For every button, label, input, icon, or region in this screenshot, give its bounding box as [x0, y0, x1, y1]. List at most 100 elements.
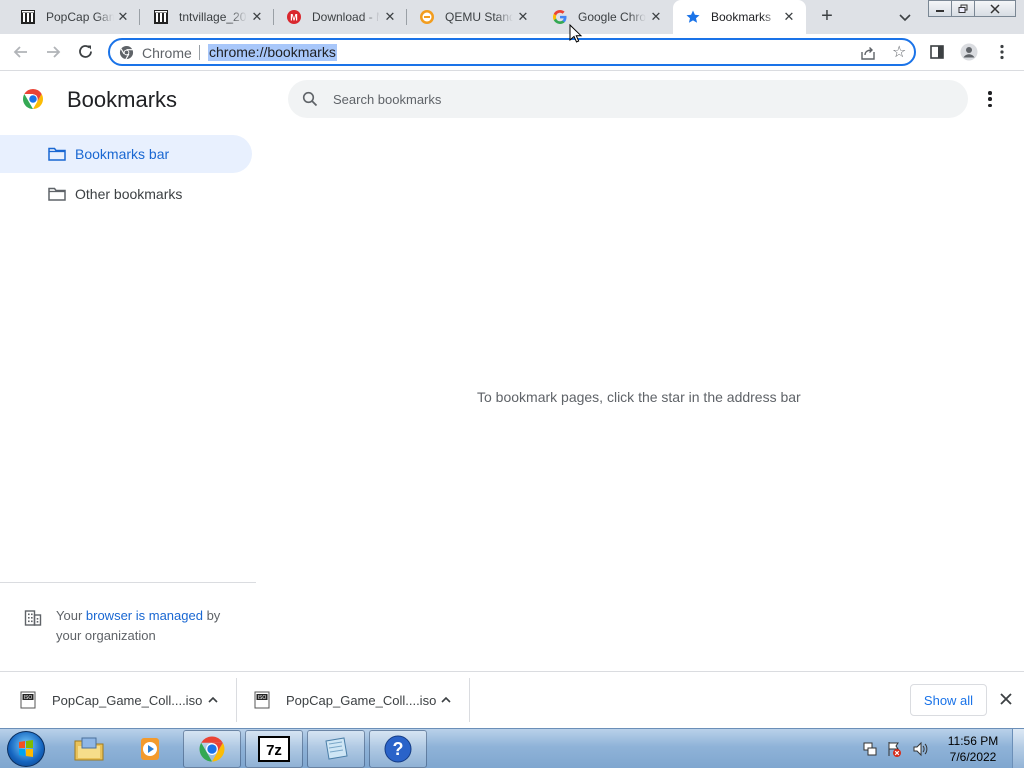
tab-close-icon[interactable]: ✕	[782, 10, 796, 24]
minimize-button[interactable]	[928, 0, 952, 17]
tab-close-icon[interactable]: ✕	[383, 10, 397, 24]
archive-org-icon	[20, 9, 36, 25]
close-icon[interactable]	[997, 690, 1015, 708]
bookmark-star-icon[interactable]: ☆	[892, 44, 906, 61]
tab-divider	[139, 9, 140, 25]
download-divider	[236, 678, 237, 722]
origin-chip[interactable]: Chrome	[142, 45, 192, 61]
svg-text:?: ?	[393, 739, 404, 759]
search-icon	[302, 91, 318, 107]
tab-google-chrome[interactable]: Google Chrome ✕	[540, 0, 673, 34]
search-bar[interactable]	[288, 80, 968, 118]
qemu-icon	[419, 9, 435, 25]
download-item[interactable]: ISO PopCap_Game_Coll....iso	[254, 678, 468, 722]
download-shelf: ISO PopCap_Game_Coll....iso ISO PopCap_G…	[0, 671, 1024, 728]
7zip-icon[interactable]: 7z	[245, 730, 303, 768]
sidebar-item-other-bookmarks[interactable]: Other bookmarks	[0, 175, 252, 213]
tab-close-icon[interactable]: ✕	[250, 10, 264, 24]
back-button[interactable]	[11, 42, 31, 62]
tab-title: tntvillage_2019	[179, 10, 247, 24]
tab-close-icon[interactable]: ✕	[649, 10, 663, 24]
star-icon	[685, 9, 701, 25]
tab-popcap-games[interactable]: PopCap Games ✕	[8, 0, 140, 34]
chrome-icon[interactable]	[183, 730, 241, 768]
folder-icon	[48, 147, 66, 161]
side-panel-icon[interactable]	[928, 43, 946, 61]
windows-logo-icon	[19, 740, 33, 757]
tab-title: QEMU Standard	[445, 10, 513, 24]
tab-title: Google Chrome	[578, 10, 646, 24]
tab-bookmarks[interactable]: Bookmarks ✕	[673, 0, 806, 34]
url-text[interactable]: chrome://bookmarks	[208, 44, 337, 61]
help-icon[interactable]: ?	[369, 730, 427, 768]
restore-button[interactable]	[951, 0, 975, 17]
google-icon	[552, 9, 568, 25]
browser-toolbar: Chrome chrome://bookmarks ☆	[0, 34, 1024, 71]
sidebar-item-bookmarks-bar[interactable]: Bookmarks bar	[0, 135, 252, 173]
search-input[interactable]	[333, 80, 933, 118]
chevron-up-icon[interactable]	[207, 694, 219, 706]
share-icon[interactable]	[860, 45, 876, 61]
empty-message: To bookmark pages, click the star in the…	[477, 389, 801, 405]
download-filename: PopCap_Game_Coll....iso	[286, 692, 437, 708]
clock-date: 7/6/2022	[949, 750, 997, 764]
clock-time: 11:56 PM	[947, 734, 999, 748]
svg-text:7z: 7z	[266, 742, 282, 759]
tab-close-icon[interactable]: ✕	[116, 10, 130, 24]
media-player-icon[interactable]	[121, 730, 179, 768]
managed-link[interactable]: browser is managed	[86, 608, 203, 623]
address-bar[interactable]: Chrome chrome://bookmarks ☆	[108, 38, 916, 66]
chrome-logo-icon	[21, 87, 45, 111]
volume-icon	[913, 741, 928, 757]
reload-icon	[79, 45, 92, 58]
tab-strip: PopCap Games ✕ tntvillage_2019 ✕ M Downl…	[0, 0, 1024, 34]
tab-close-icon[interactable]: ✕	[516, 10, 530, 24]
tab-tntvillage[interactable]: tntvillage_2019 ✕	[141, 0, 274, 34]
svg-text:M: M	[290, 13, 298, 23]
sidebar-divider	[0, 582, 256, 583]
show-desktop-button[interactable]	[1012, 729, 1024, 768]
show-all-button[interactable]: Show all	[910, 684, 987, 716]
tab-title: Download - MEGA	[312, 10, 380, 24]
new-tab-button[interactable]: +	[816, 6, 838, 28]
download-item[interactable]: ISO PopCap_Game_Coll....iso	[20, 678, 234, 722]
mega-icon: M	[286, 9, 302, 25]
address-divider	[199, 45, 200, 60]
sidebar-item-label: Other bookmarks	[75, 186, 183, 202]
notepad-icon[interactable]	[307, 730, 365, 768]
svg-text:ISO: ISO	[24, 695, 33, 701]
action-center-flag-icon	[888, 742, 901, 757]
more-actions-icon[interactable]	[982, 90, 998, 108]
explorer-icon[interactable]	[60, 730, 118, 768]
managed-prefix: Your	[56, 608, 86, 623]
system-tray	[862, 740, 932, 758]
building-icon	[24, 609, 42, 627]
forward-button[interactable]	[43, 42, 63, 62]
iso-file-icon: ISO	[20, 691, 36, 709]
tab-search-chevron-icon[interactable]	[896, 8, 914, 26]
iso-file-icon: ISO	[254, 691, 270, 709]
system-clock[interactable]: 11:56 PM 7/6/2022	[938, 733, 1008, 765]
bookmarks-page: Bookmarks Bookmarks bar Other bookmarks …	[0, 72, 1024, 671]
sidebar-item-label: Bookmarks bar	[75, 146, 170, 162]
download-divider	[469, 678, 470, 722]
windows-taskbar: 7z ? 11:56 PM 7/6/2022	[0, 728, 1024, 768]
forward-arrow-icon	[47, 46, 61, 58]
tab-qemu-standard[interactable]: QEMU Standard ✕	[407, 0, 540, 34]
download-filename: PopCap_Game_Coll....iso	[52, 692, 203, 708]
network-icon	[863, 742, 877, 756]
tab-title: PopCap Games	[46, 10, 114, 24]
tab-download-mega[interactable]: M Download - MEGA ✕	[274, 0, 407, 34]
managed-notice: Your browser is managed by your organiza…	[56, 606, 246, 646]
start-button[interactable]	[7, 731, 45, 767]
chrome-logo-icon	[119, 45, 134, 60]
profile-avatar-icon[interactable]	[960, 43, 978, 61]
chevron-up-icon[interactable]	[440, 694, 452, 706]
window-close-button[interactable]	[974, 0, 1016, 17]
reload-button[interactable]	[76, 42, 96, 62]
page-title: Bookmarks	[67, 87, 178, 112]
folder-icon	[48, 187, 66, 201]
svg-text:ISO: ISO	[258, 695, 267, 701]
chrome-menu-icon[interactable]	[993, 43, 1011, 61]
back-arrow-icon	[13, 46, 27, 58]
